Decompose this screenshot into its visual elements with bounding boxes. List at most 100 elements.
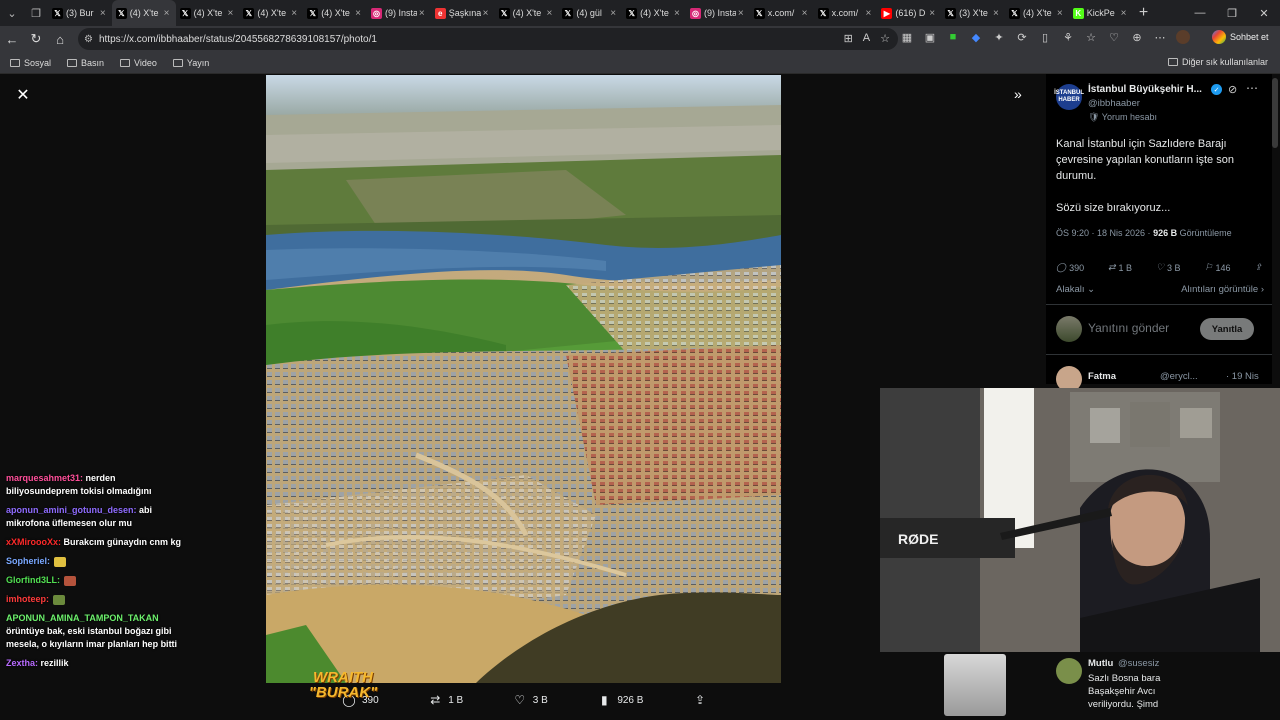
settings-menu-icon[interactable]: ⋯ <box>1153 30 1167 44</box>
browser-tab[interactable]: K KickPe × <box>1069 0 1133 26</box>
install-app-icon[interactable]: ⊞ <box>844 32 853 45</box>
chat-username[interactable]: xXMiroooXx: <box>6 537 61 547</box>
close-tab-icon[interactable]: × <box>800 8 810 19</box>
comment-avatar[interactable] <box>1056 658 1082 684</box>
browser-tab[interactable]: ▶ (616) D × <box>877 0 941 26</box>
close-tab-icon[interactable]: × <box>863 8 873 19</box>
repost-button[interactable]: ⇄ 1 B <box>1108 262 1132 273</box>
view-quotes-link[interactable]: Alıntıları görüntüle › <box>1181 284 1264 295</box>
share-button[interactable]: ⇪ <box>693 693 707 707</box>
extension-1-icon[interactable]: ▦ <box>900 30 914 44</box>
new-tab-button[interactable]: + <box>1133 4 1155 22</box>
home-icon[interactable]: ⌂ <box>48 27 72 51</box>
browser-tab[interactable]: e Şaşkına × <box>431 0 495 26</box>
back-icon[interactable]: ← <box>0 27 24 51</box>
close-tab-icon[interactable]: × <box>1055 8 1065 19</box>
more-options-icon[interactable]: ⋯ <box>1246 81 1258 95</box>
browser-tab[interactable]: 𝕏 (4) X'te × <box>239 0 303 26</box>
tweet-timestamp[interactable]: ÖS 9:20 · 18 Nis 2026 · 926 B Görüntülem… <box>1056 228 1232 238</box>
close-tab-icon[interactable]: × <box>927 8 937 19</box>
bookmark-folder-yayin[interactable]: Yayın <box>172 58 209 68</box>
like-button[interactable]: ♡ 3 B <box>513 693 547 707</box>
bookmark-folder-basin[interactable]: Basın <box>67 58 104 68</box>
browser-tab[interactable]: 𝕏 (4) X'te × <box>622 0 686 26</box>
favorites-icon[interactable]: ☆ <box>1084 30 1098 44</box>
scrollbar[interactable] <box>1272 78 1278 148</box>
close-tab-icon[interactable]: × <box>417 8 427 19</box>
browser-tab[interactable]: 𝕏 (3) Bur × <box>48 0 112 26</box>
browser-tab[interactable]: 𝕏 (4) X'te × <box>1005 0 1069 26</box>
chat-username[interactable]: Zextha: <box>6 658 38 668</box>
close-tab-icon[interactable]: × <box>98 8 108 19</box>
close-tab-icon[interactable]: × <box>225 8 235 19</box>
workspaces-icon[interactable]: ❐ <box>24 0 48 26</box>
extension-4-icon[interactable]: ◆ <box>969 30 983 44</box>
browser-tab[interactable]: 𝕏 (4) X'te × <box>111 0 176 26</box>
browser-tab[interactable]: 𝕏 (4) gül × <box>558 0 622 26</box>
close-tab-icon[interactable]: × <box>736 8 746 19</box>
author-avatar[interactable]: İSTANBUL HABER <box>1054 84 1084 110</box>
browser-tab[interactable]: 𝕏 (4) X'te × <box>176 0 240 26</box>
collections-icon[interactable]: ♡ <box>1107 30 1121 44</box>
url-field[interactable]: ⚙ https://x.com/ibbhaaber/status/2045568… <box>78 28 898 50</box>
bookmark-folder-sosyal[interactable]: Sosyal <box>10 58 51 68</box>
close-tab-icon[interactable]: × <box>353 8 363 19</box>
profile-avatar[interactable] <box>1176 30 1190 44</box>
comment-author[interactable]: Mutlu <box>1088 658 1113 669</box>
minimize-icon[interactable]: — <box>1184 0 1216 26</box>
browser-tab[interactable]: ◎ (9) Insta × <box>367 0 431 26</box>
close-icon[interactable]: ✕ <box>14 86 32 104</box>
close-tab-icon[interactable]: × <box>608 8 618 19</box>
chat-username[interactable]: APONUN_AMINA_TAMPON_TAKAN <box>6 613 159 623</box>
close-tab-icon[interactable]: × <box>991 8 1001 19</box>
split-screen-icon[interactable]: ▯ <box>1038 30 1052 44</box>
close-tab-icon[interactable]: × <box>1119 8 1129 19</box>
bookmark-folder-video[interactable]: Video <box>120 58 157 68</box>
author-handle[interactable]: @ibbhaaber <box>1088 98 1140 109</box>
browser-tab[interactable]: 𝕏x.com/ × <box>750 0 814 26</box>
close-tab-icon[interactable]: × <box>289 8 299 19</box>
relevance-dropdown[interactable]: Alakalı ⌄ <box>1056 284 1095 295</box>
close-tab-icon[interactable]: × <box>672 8 682 19</box>
chat-username[interactable]: marquesahmet31: <box>6 473 83 483</box>
tab-search-icon[interactable]: ⌄ <box>0 0 24 26</box>
extension-5-icon[interactable]: ✦ <box>992 30 1006 44</box>
favorite-star-icon[interactable]: ☆ <box>880 32 890 45</box>
chat-username[interactable]: Sopheriel: <box>6 556 50 566</box>
chat-username[interactable]: imhoteep: <box>6 594 49 604</box>
browser-tab[interactable]: 𝕏 (4) X'te × <box>495 0 559 26</box>
reply-input[interactable]: Yanıtını gönder <box>1088 321 1169 335</box>
browser-tab[interactable]: 𝕏x.com/ × <box>814 0 878 26</box>
chat-username[interactable]: Glorfind3LL: <box>6 575 60 585</box>
chat-username[interactable]: aponun_amini_gotunu_desen: <box>6 505 137 515</box>
extension-2-icon[interactable]: ▣ <box>923 30 937 44</box>
browser-essentials-icon[interactable]: ⊕ <box>1130 30 1144 44</box>
close-window-icon[interactable]: ✕ <box>1248 0 1280 26</box>
expand-panel-icon[interactable]: » <box>1014 86 1022 102</box>
comment-handle[interactable]: @susesiz <box>1118 658 1159 669</box>
browser-tab[interactable]: ◎ (9) Insta × <box>686 0 750 26</box>
restore-icon[interactable]: ❐ <box>1216 0 1248 26</box>
browser-tab[interactable]: 𝕏 (4) X'te × <box>303 0 367 26</box>
repost-button[interactable]: ⇄ 1 B <box>428 693 463 707</box>
like-button[interactable]: ♡ 3 B <box>1156 262 1181 273</box>
comment-author[interactable]: Fatma <box>1088 371 1116 382</box>
comment-handle[interactable]: @erycl... <box>1160 371 1198 382</box>
site-info-icon[interactable]: ⚙ <box>84 34 93 45</box>
reply-submit-button[interactable]: Yanıtla <box>1200 318 1254 340</box>
extension-6-icon[interactable]: ⟳ <box>1015 30 1029 44</box>
comment-date[interactable]: · 19 Nis <box>1226 371 1259 382</box>
other-bookmarks[interactable]: Diğer sık kullanılanlar <box>1167 57 1268 67</box>
read-aloud-icon[interactable]: A <box>863 32 870 45</box>
copilot-chat-button[interactable]: Sohbet et <box>1212 30 1269 44</box>
close-tab-icon[interactable]: × <box>544 8 554 19</box>
extensions-icon[interactable]: ⚘ <box>1061 30 1075 44</box>
share-button[interactable]: ⇪ <box>1254 262 1262 273</box>
reply-button[interactable]: ◯ 390 <box>1056 262 1084 273</box>
grok-icon[interactable]: ⊘ <box>1228 83 1237 96</box>
browser-tab[interactable]: 𝕏 (3) X'te × <box>941 0 1005 26</box>
tweet-photo[interactable] <box>266 75 781 683</box>
extension-3-icon[interactable]: ■ <box>946 30 960 44</box>
reload-icon[interactable]: ↻ <box>24 27 48 51</box>
close-tab-icon[interactable]: × <box>162 8 172 19</box>
